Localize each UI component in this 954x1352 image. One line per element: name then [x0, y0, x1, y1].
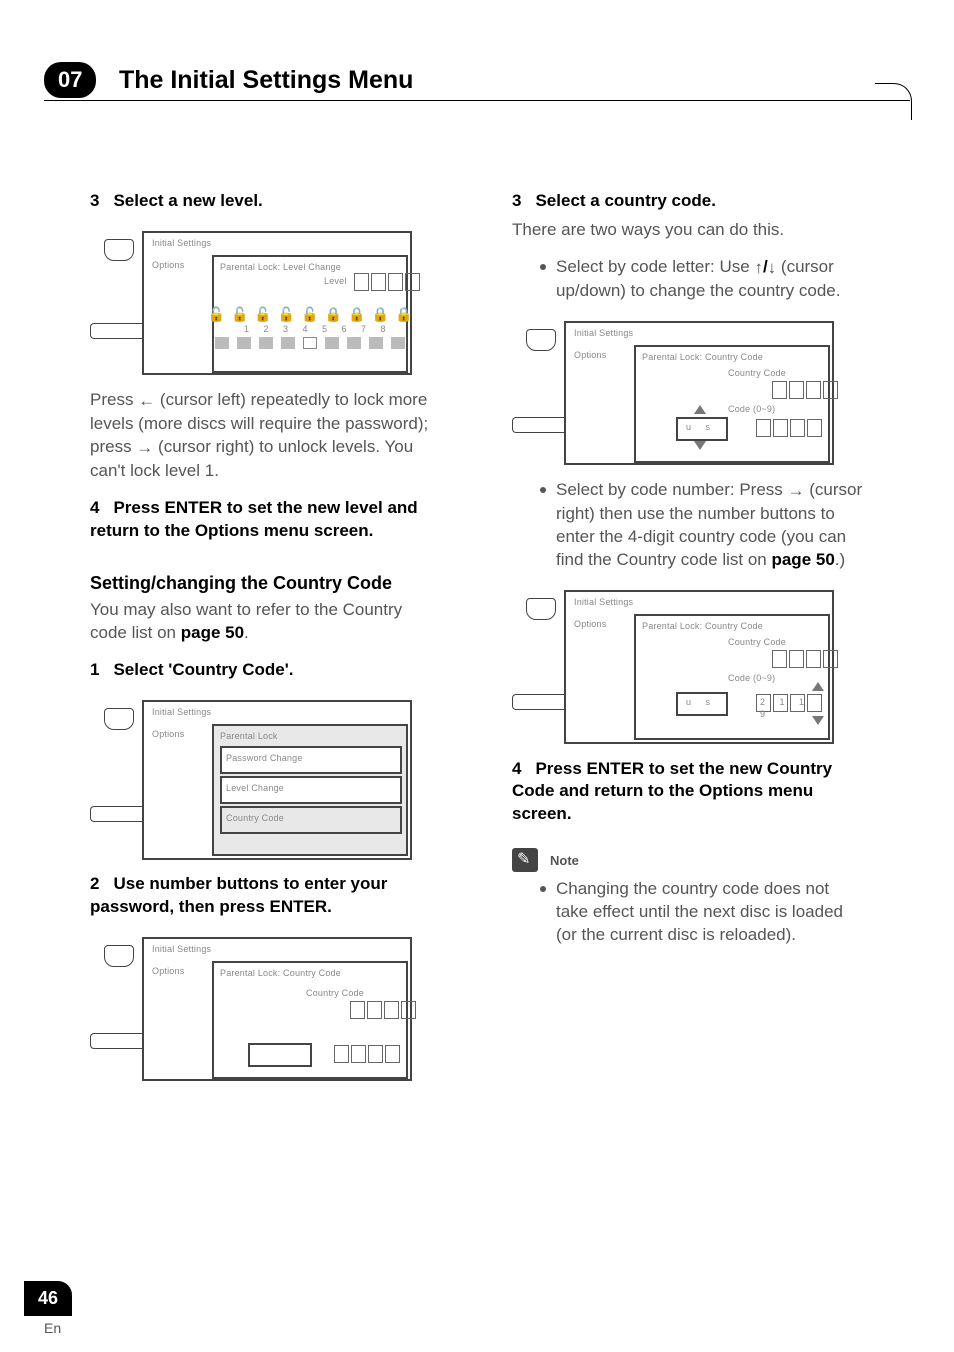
arrow-up-icon: ↑: [754, 257, 763, 280]
note-bullet: Changing the country code does not take …: [512, 878, 864, 947]
right-step-3-sub: There are two ways you can do this.: [512, 219, 864, 242]
bullet-icon: [540, 264, 546, 270]
pencil-icon: [512, 848, 538, 872]
page: 07 The Initial Settings Menu 3Select a n…: [0, 0, 954, 1352]
left-step-1: 1Select 'Country Code'.: [90, 659, 442, 682]
left-step-4: 4Press ENTER to set the new level and re…: [90, 497, 442, 543]
left-step-2: 2Use number buttons to enter your passwo…: [90, 873, 442, 919]
left-subheading-body: You may also want to refer to the Countr…: [90, 599, 442, 645]
page-number: 46: [24, 1281, 72, 1316]
note-heading: Note: [512, 848, 864, 872]
left-column: 3Select a new level. Initial Settings Pa…: [90, 190, 442, 1262]
chapter-header: 07 The Initial Settings Menu: [44, 62, 910, 100]
note-label: Note: [550, 852, 579, 870]
chapter-number-pill: 07: [44, 62, 96, 98]
bullet-icon: [540, 487, 546, 493]
diagram-country-code-password: Initial Settings Parental Lock: Country …: [90, 933, 410, 1083]
right-column: 3Select a country code. There are two wa…: [512, 190, 864, 1262]
arrow-down-icon: ↓: [768, 257, 777, 280]
arrow-left-icon: ←: [138, 390, 155, 413]
bullet-icon: [540, 886, 546, 892]
diagram-country-code-menu: Initial Settings Parental Lock Password …: [90, 696, 410, 861]
chapter-title: The Initial Settings Menu: [119, 66, 413, 95]
page-language: En: [44, 1320, 61, 1336]
left-body-cursorlock: Press ← (cursor left) repeatedly to lock…: [90, 389, 442, 483]
right-step-4: 4Press ENTER to set the new Country Code…: [512, 758, 864, 827]
right-step-3: 3Select a country code.: [512, 190, 864, 213]
right-bullet-1: Select by code letter: Use ↑/↓ (cursor u…: [512, 256, 864, 303]
header-rule: [44, 100, 910, 101]
right-bullet-2: Select by code number: Press → (cursor r…: [512, 479, 864, 572]
diagram-level-change: Initial Settings Parental Lock: Level Ch…: [90, 227, 410, 377]
arrow-right-icon: →: [788, 480, 805, 503]
diagram-country-code-number: Initial Settings Parental Lock: Country …: [512, 586, 832, 746]
left-subheading: Setting/changing the Country Code: [90, 571, 442, 595]
diagram-country-code-letter: Initial Settings Parental Lock: Country …: [512, 317, 832, 467]
left-step-3: 3Select a new level.: [90, 190, 442, 213]
arrow-right-icon: →: [136, 437, 153, 460]
